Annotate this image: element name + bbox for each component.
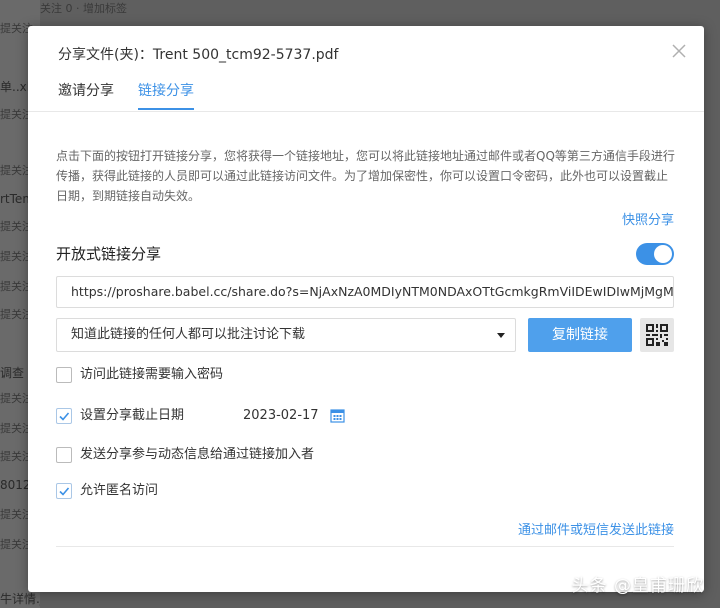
tab-link-share[interactable]: 链接分享 xyxy=(138,80,194,110)
quick-share-link[interactable]: 快照分享 xyxy=(622,209,674,228)
background-list-item: 单..xl xyxy=(0,80,31,94)
send-via-email-sms-link[interactable]: 通过邮件或短信发送此链接 xyxy=(518,519,674,538)
anonymous-option-label: 允许匿名访问 xyxy=(80,483,159,498)
open-link-share-title: 开放式链接分享 xyxy=(56,245,162,263)
background-list-item: 牛详情.jpg xyxy=(0,592,40,606)
background-list-item: 调查 xyxy=(0,366,25,380)
calendar-icon[interactable] xyxy=(330,408,345,423)
copy-link-button[interactable]: 复制链接 xyxy=(528,318,632,352)
notify-checkbox[interactable] xyxy=(56,447,72,463)
permission-select-value: 知道此链接的任何人都可以批注讨论下载 xyxy=(71,327,306,342)
expire-date-value[interactable]: 2023-02-17 xyxy=(243,407,319,425)
password-checkbox[interactable] xyxy=(56,367,72,383)
toggle-knob xyxy=(654,245,672,263)
expire-checkbox[interactable] xyxy=(56,408,72,424)
expire-option-label: 设置分享截止日期 xyxy=(80,408,185,423)
qr-code-icon xyxy=(646,324,668,346)
tab-invite-share[interactable]: 邀请分享 xyxy=(58,80,114,109)
checkmark-icon xyxy=(59,487,70,496)
checkmark-icon xyxy=(59,412,70,421)
background-list-item: 8012 xyxy=(0,478,31,492)
link-share-description: 点击下面的按钮打开链接分享，您将获得一个链接地址，您可以将此链接地址通过邮件或者… xyxy=(56,149,675,203)
qr-code-button[interactable] xyxy=(640,318,674,352)
share-dialog: 分享文件(夹)：Trent 500_tcm92-5737.pdf 邀请分享 链接… xyxy=(28,26,704,592)
caret-down-icon xyxy=(497,333,505,338)
watermark: 头条 @皇甫珊欣 xyxy=(571,576,704,596)
share-url-field[interactable]: https://proshare.babel.cc/share.do?s=NjA… xyxy=(56,276,674,308)
open-link-share-toggle[interactable] xyxy=(636,243,674,265)
share-tabs: 邀请分享 链接分享 xyxy=(28,76,704,112)
password-option-label: 访问此链接需要输入密码 xyxy=(80,367,224,382)
dialog-title: 分享文件(夹)：Trent 500_tcm92-5737.pdf xyxy=(58,47,339,63)
close-icon xyxy=(672,44,686,58)
close-button[interactable] xyxy=(670,42,688,60)
anonymous-checkbox[interactable] xyxy=(56,483,72,499)
footer-divider xyxy=(56,546,674,547)
notify-option-label: 发送分享参与动态信息给通过链接加入者 xyxy=(80,447,315,462)
permission-select[interactable]: 知道此链接的任何人都可以批注讨论下载 xyxy=(56,318,516,352)
background-header-text: 关注 0 · 增加标签 xyxy=(40,2,127,15)
